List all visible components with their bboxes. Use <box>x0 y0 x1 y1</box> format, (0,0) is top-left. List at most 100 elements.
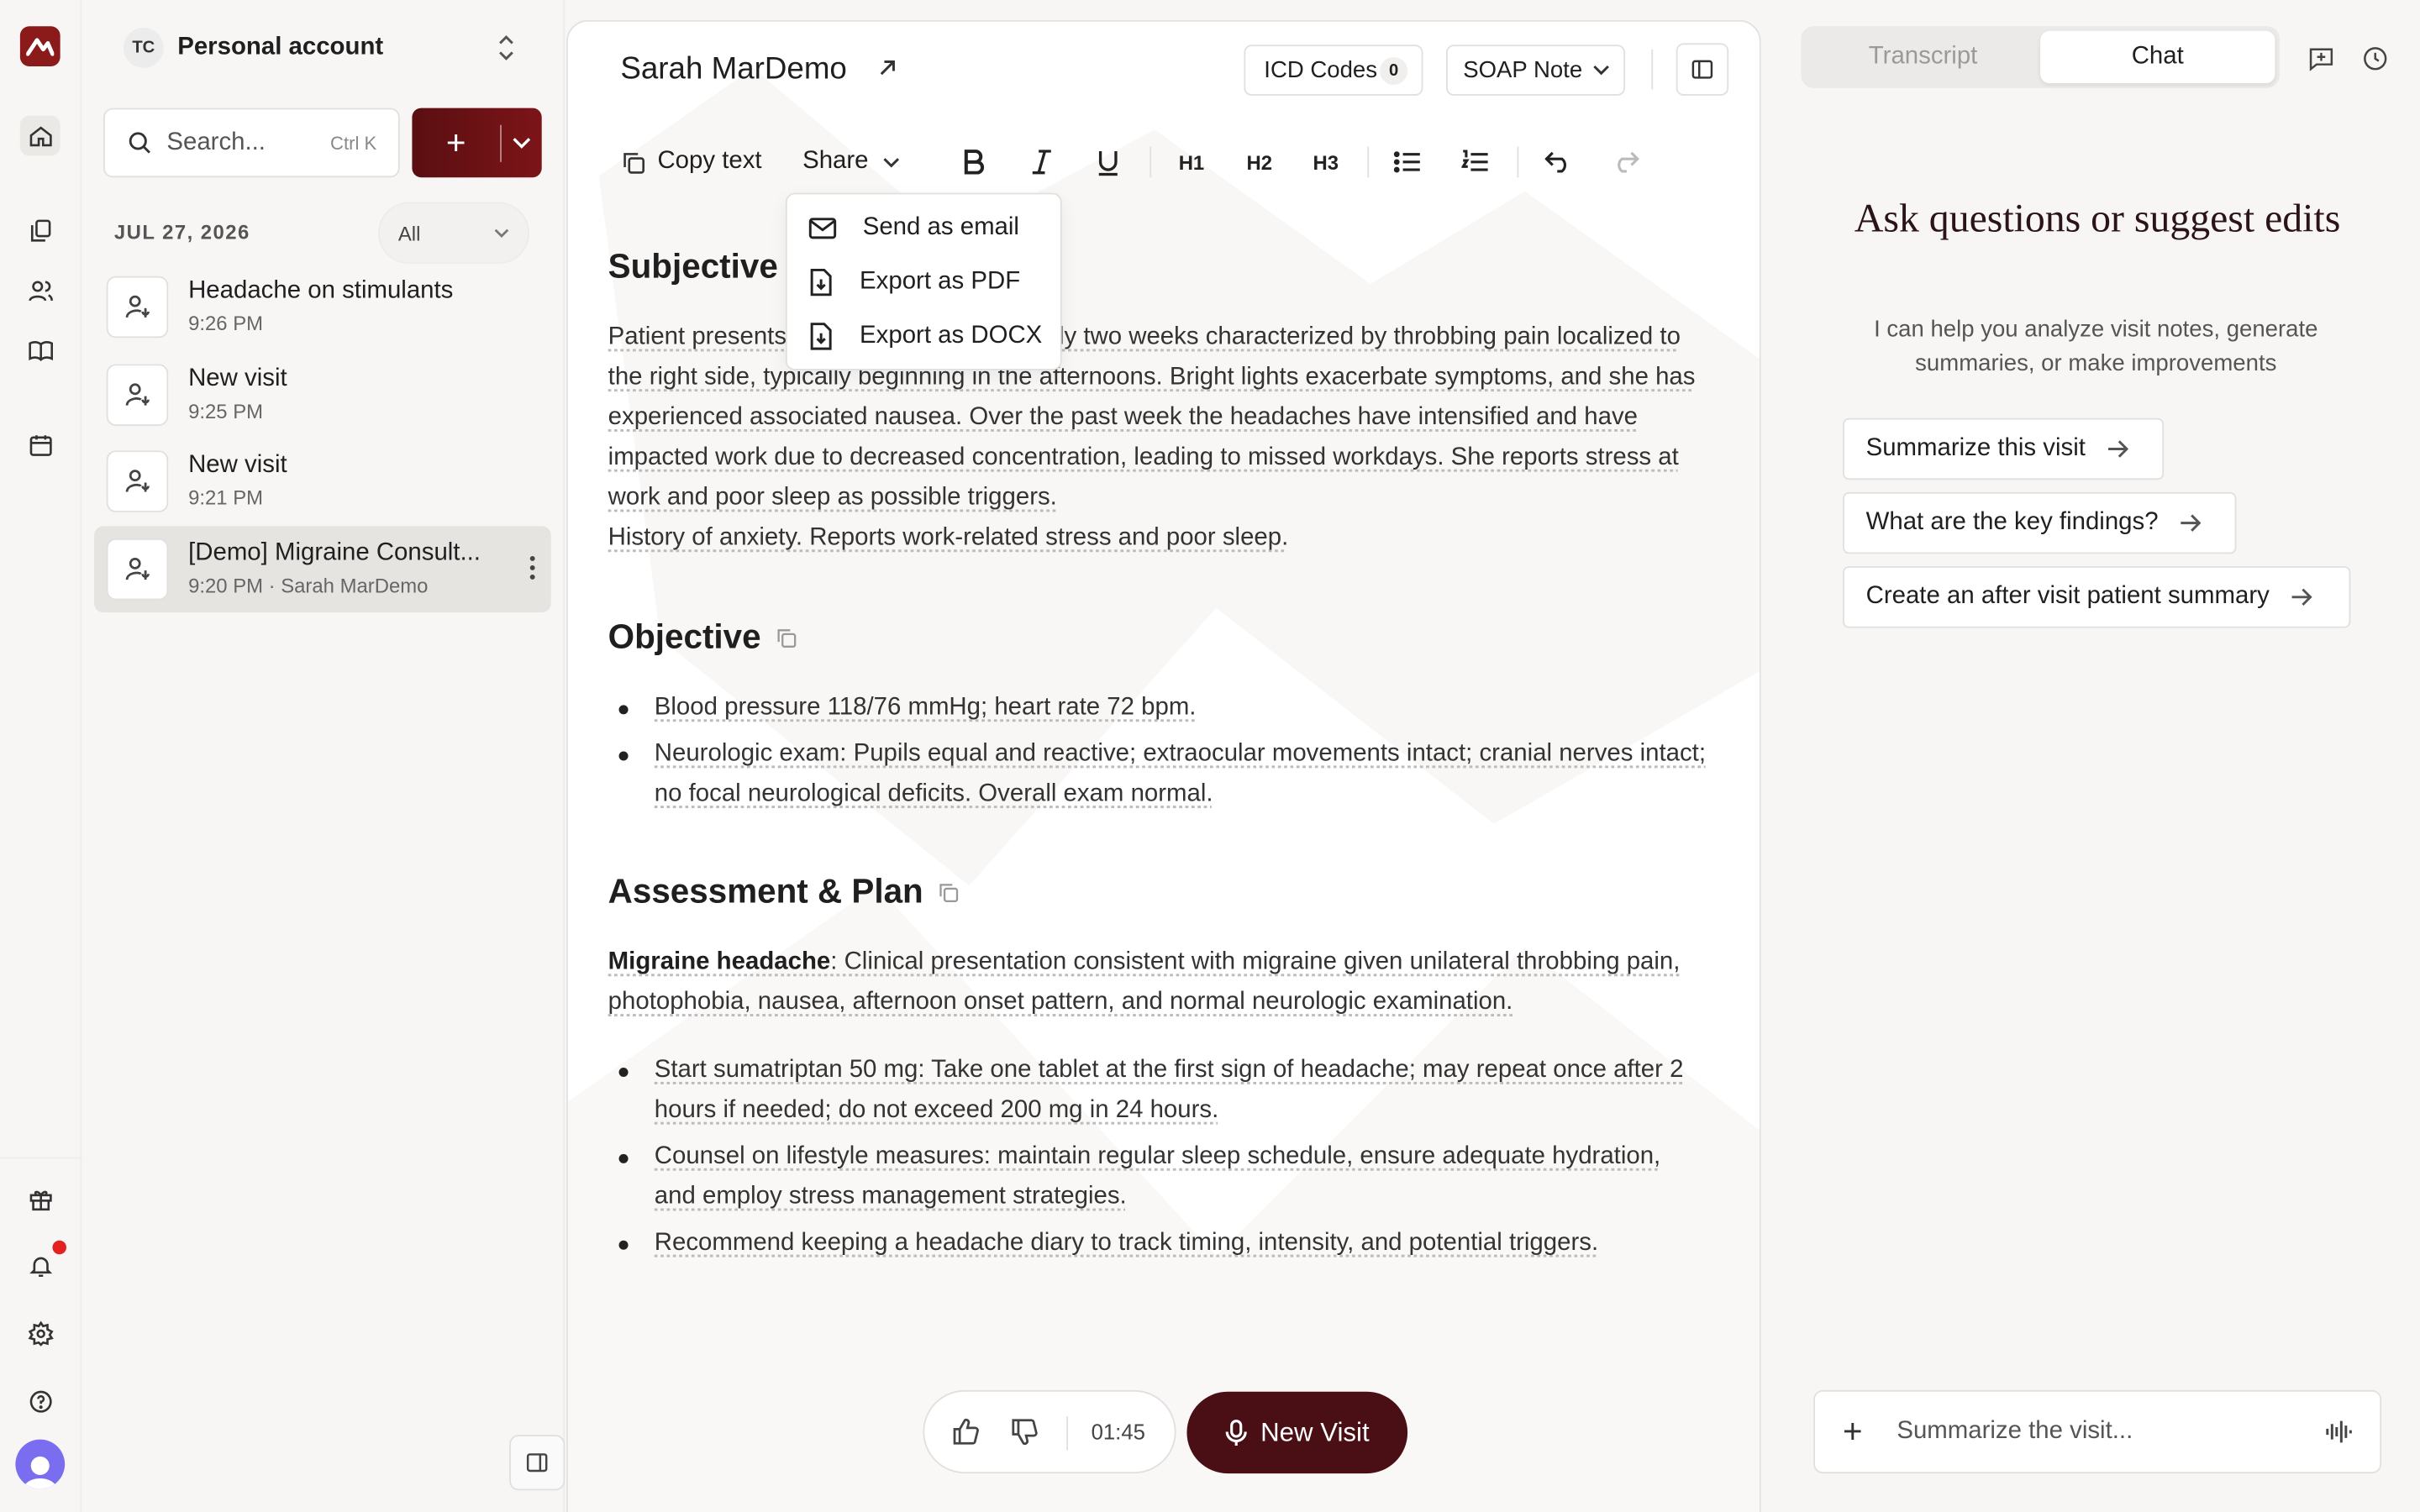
attach-plus-icon[interactable]: + <box>1843 1412 1863 1452</box>
settings-gear-icon[interactable] <box>20 1313 60 1353</box>
history-clock-icon[interactable] <box>2360 43 2391 74</box>
patient-name-title[interactable]: Sarah MarDemo <box>620 52 846 87</box>
suggestion-key-findings[interactable]: What are the key findings? <box>1843 491 2237 554</box>
share-button[interactable]: Share <box>802 137 899 186</box>
visit-person-mic-icon <box>106 450 169 512</box>
copy-section-icon[interactable] <box>937 880 960 904</box>
share-menu-export-docx[interactable]: Export as DOCX <box>787 308 1064 362</box>
suggestion-after-visit-summary[interactable]: Create an after visit patient summary <box>1843 566 2351 628</box>
subjective-history: History of anxiety. Reports work-related… <box>608 524 1289 551</box>
visit-subtitle: 9:26 PM <box>188 312 264 335</box>
share-dropdown-menu: Send as email Export as PDF Export as DO… <box>785 192 1064 370</box>
chat-input-placeholder: Summarize the visit... <box>1897 1417 2133 1445</box>
thumbs-up-icon[interactable] <box>950 1416 981 1447</box>
copy-text-button[interactable]: Copy text <box>620 137 762 186</box>
account-switcher[interactable]: TC Personal account <box>123 24 568 71</box>
heading-2-icon[interactable]: H2 <box>1236 137 1282 186</box>
objective-heading: Objective <box>608 617 798 658</box>
copy-section-icon[interactable] <box>775 626 798 649</box>
tab-transcript[interactable]: Transcript <box>1806 31 2040 83</box>
redo-icon[interactable] <box>1602 137 1649 186</box>
list-item-text: Neurologic exam: Pupils equal and reacti… <box>654 740 1706 807</box>
heading-3-icon[interactable]: H3 <box>1302 137 1349 186</box>
chevron-down-icon <box>494 228 509 238</box>
gift-icon[interactable] <box>20 1179 60 1219</box>
list-item-text: Blood pressure 118/76 mmHg; heart rate 7… <box>654 694 1197 721</box>
assistant-panel: Transcript Chat Ask questions or suggest… <box>1760 0 2420 1512</box>
suggestion-label: Summarize this visit <box>1865 434 2086 462</box>
list-item[interactable]: Neurologic exam: Pupils equal and reacti… <box>608 734 1707 815</box>
list-item[interactable]: Start sumatriptan 50 mg: Take one tablet… <box>608 1051 1707 1131</box>
new-chat-icon[interactable] <box>2306 43 2337 74</box>
list-item[interactable]: Recommend keeping a headache diary to tr… <box>608 1224 1707 1264</box>
recording-timer: 01:45 <box>1091 1419 1145 1445</box>
notification-dot <box>52 1240 66 1255</box>
user-avatar[interactable] <box>15 1439 66 1489</box>
visit-list-item-selected[interactable]: [Demo] Migraine Consult... 9:20 PM · Sar… <box>94 526 551 613</box>
new-visit-button[interactable]: New Visit <box>1186 1391 1408 1474</box>
header-divider <box>1651 49 1654 90</box>
subjective-heading: Subjective <box>608 247 778 287</box>
open-external-arrow-icon[interactable] <box>876 57 898 79</box>
library-book-icon[interactable] <box>20 330 60 370</box>
voice-waveform-icon[interactable] <box>2324 1420 2352 1444</box>
home-icon[interactable] <box>19 115 60 156</box>
formatting-toolbar: Copy text Share H1 H2 H3 <box>620 137 1701 186</box>
documents-icon[interactable] <box>20 210 60 250</box>
share-menu-label: Send as email <box>862 213 1019 240</box>
account-name: Personal account <box>177 34 384 60</box>
copy-text-label: Copy text <box>657 148 762 175</box>
arrow-right-icon <box>2108 440 2129 458</box>
app-logo-icon[interactable] <box>19 26 60 66</box>
chevron-down-icon[interactable] <box>502 137 542 150</box>
underline-icon[interactable] <box>1085 137 1131 186</box>
share-menu-export-pdf[interactable]: Export as PDF <box>787 255 1064 308</box>
subjective-paragraph[interactable]: Patient presents roximately two weeks cha… <box>608 318 1707 559</box>
share-menu-send-email[interactable]: Send as email <box>787 201 1064 255</box>
help-icon[interactable] <box>20 1381 60 1421</box>
bullet-list-icon[interactable] <box>1385 137 1431 186</box>
visit-subtitle: 9:25 PM <box>188 399 264 423</box>
search-icon <box>129 132 150 154</box>
feedback-timer-bar: 01:45 <box>923 1389 1176 1474</box>
diagnosis-name: Migraine headache <box>608 948 831 975</box>
plan-list: Start sumatriptan 50 mg: Take one tablet… <box>608 1051 1707 1270</box>
assessment-plan-heading: Assessment & Plan <box>608 872 960 912</box>
chat-input[interactable]: + Summarize the visit... <box>1813 1389 2382 1474</box>
toolbar-divider <box>1150 146 1152 178</box>
suggestion-label: What are the key findings? <box>1865 509 2159 536</box>
calendar-icon[interactable] <box>20 424 60 465</box>
plus-icon[interactable]: + <box>412 123 500 163</box>
patients-icon[interactable] <box>20 270 60 310</box>
visit-title: [Demo] Migraine Consult... <box>188 539 481 567</box>
collapse-sidebar-icon[interactable] <box>509 1435 566 1491</box>
italic-icon[interactable] <box>1018 137 1065 186</box>
assessment-paragraph[interactable]: Migraine headache: Clinical presentation… <box>608 942 1707 1023</box>
more-vertical-icon[interactable] <box>529 554 535 581</box>
numbered-list-icon[interactable] <box>1452 137 1498 186</box>
heading-1-icon[interactable]: H1 <box>1168 137 1214 186</box>
new-visit-split-button[interactable]: + <box>412 108 542 178</box>
icd-codes-button[interactable]: ICD Codes 0 <box>1244 45 1423 96</box>
search-input[interactable]: Search... Ctrl K <box>103 108 400 178</box>
visit-subtitle: 9:20 PM · Sarah MarDemo <box>188 574 429 597</box>
toggle-panel-icon[interactable] <box>1676 43 1729 96</box>
list-item[interactable]: Counsel on lifestyle measures: maintain … <box>608 1137 1707 1218</box>
visit-list-item[interactable]: New visit 9:21 PM <box>94 438 551 525</box>
list-item[interactable]: Blood pressure 118/76 mmHg; heart rate 7… <box>608 688 1707 728</box>
file-download-icon <box>810 268 832 296</box>
bold-icon[interactable] <box>950 137 997 186</box>
undo-icon[interactable] <box>1534 137 1581 186</box>
visit-list-item[interactable]: New visit 9:25 PM <box>94 352 551 438</box>
thumbs-down-icon[interactable] <box>1009 1416 1040 1447</box>
tab-chat[interactable]: Chat <box>2040 30 2275 84</box>
file-download-icon <box>810 322 832 349</box>
visit-person-mic-icon <box>106 364 169 426</box>
chat-subheading: I can help you analyze visit notes, gene… <box>1874 316 2318 377</box>
visit-filter-select[interactable]: All <box>378 202 530 265</box>
arrow-right-icon <box>2292 588 2313 606</box>
note-template-select[interactable]: SOAP Note <box>1446 45 1626 96</box>
copy-icon <box>623 152 644 173</box>
suggestion-summarize-visit[interactable]: Summarize this visit <box>1843 417 2165 480</box>
visit-list-item[interactable]: Headache on stimulants 9:26 PM <box>94 264 551 350</box>
